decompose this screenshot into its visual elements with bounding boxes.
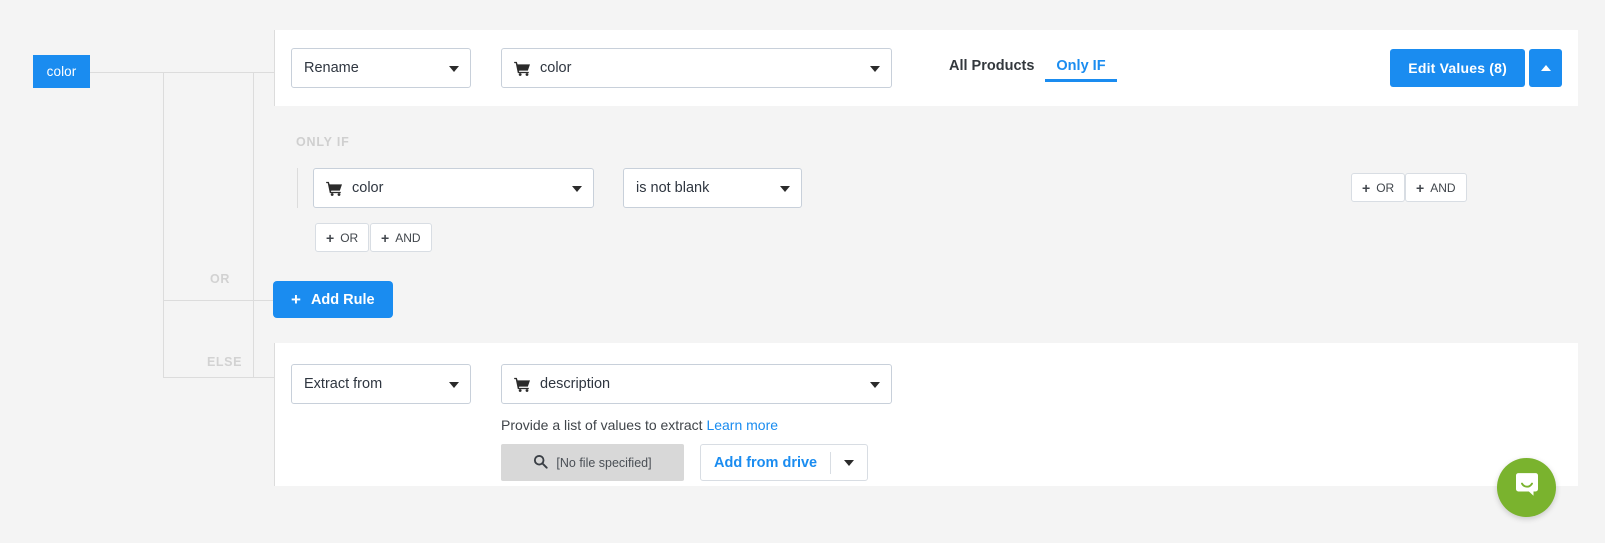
chevron-down-icon bbox=[844, 459, 855, 466]
else-action-label: Extract from bbox=[304, 376, 383, 392]
tree-connector-or bbox=[163, 300, 274, 301]
condition-rail bbox=[297, 168, 298, 208]
rule-builder-canvas: color OR ELSE Rename color All Products … bbox=[0, 0, 1605, 543]
add-and-condition-button[interactable]: + AND bbox=[370, 223, 432, 252]
branch-label-or: OR bbox=[210, 272, 230, 286]
rule-panel-header: Rename color All Products Only IF Edit V… bbox=[274, 30, 1578, 106]
panel-tabs: All Products Only IF bbox=[938, 30, 1117, 106]
search-icon bbox=[533, 454, 549, 472]
plus-icon: + bbox=[291, 290, 301, 309]
shopping-cart-icon bbox=[326, 181, 343, 196]
tree-trunk bbox=[163, 72, 164, 378]
add-and-group-label: AND bbox=[1430, 180, 1456, 195]
edit-values-button[interactable]: Edit Values (8) bbox=[1390, 49, 1525, 87]
add-and-condition-label: AND bbox=[395, 230, 421, 245]
file-input-value: [No file specified] bbox=[556, 455, 652, 470]
chat-bubble-icon bbox=[1512, 470, 1542, 505]
add-or-condition-button[interactable]: + OR bbox=[315, 223, 370, 252]
chevron-down-icon bbox=[572, 186, 582, 192]
tree-connector-top bbox=[90, 72, 274, 73]
add-rule-label: Add Rule bbox=[310, 291, 375, 308]
plus-icon: + bbox=[1416, 179, 1425, 196]
plus-icon: + bbox=[326, 229, 335, 246]
action-select-label: Rename bbox=[304, 60, 359, 76]
tree-connector-else bbox=[163, 377, 274, 378]
chevron-down-icon bbox=[870, 382, 880, 388]
chevron-down-icon bbox=[870, 66, 880, 72]
chevron-down-icon bbox=[449, 66, 459, 72]
chevron-down-icon bbox=[780, 186, 790, 192]
add-or-group-label: OR bbox=[1376, 180, 1395, 195]
condition-operator-select[interactable]: is not blank bbox=[623, 168, 802, 208]
action-select[interactable]: Rename bbox=[291, 48, 471, 88]
file-input[interactable]: [No file specified] bbox=[501, 444, 684, 481]
else-field-select[interactable]: description bbox=[501, 364, 892, 404]
extract-help-label: Provide a list of values to extract bbox=[501, 417, 703, 433]
chevron-down-icon bbox=[449, 382, 459, 388]
only-if-section-label: ONLY IF bbox=[296, 135, 350, 149]
condition-operator-label: is not blank bbox=[636, 180, 710, 196]
add-or-group-button[interactable]: + OR bbox=[1351, 173, 1406, 202]
add-from-drive-dropdown[interactable] bbox=[831, 459, 867, 466]
plus-icon: + bbox=[1362, 179, 1371, 196]
tab-only-if[interactable]: Only IF bbox=[1045, 30, 1117, 82]
add-from-drive-label: Add from drive bbox=[714, 454, 818, 471]
plus-icon: + bbox=[381, 229, 390, 246]
shopping-cart-icon bbox=[514, 61, 531, 76]
extract-help-text: Provide a list of values to extract Lear… bbox=[501, 417, 892, 433]
panel-actions: Edit Values (8) bbox=[1390, 49, 1578, 87]
else-rule-panel: Extract from description Provide a list bbox=[274, 343, 1578, 486]
collapse-panel-button[interactable] bbox=[1529, 49, 1562, 87]
tab-all-products[interactable]: All Products bbox=[938, 30, 1045, 82]
field-select[interactable]: color bbox=[501, 48, 892, 88]
tree-branch-rail bbox=[253, 72, 254, 378]
field-select-label: color bbox=[540, 60, 572, 76]
condition-field-select[interactable]: color bbox=[313, 168, 594, 208]
chevron-up-icon bbox=[1540, 65, 1551, 71]
chat-widget-button[interactable] bbox=[1497, 458, 1556, 517]
else-field-label: description bbox=[540, 376, 611, 392]
field-badge[interactable]: color bbox=[33, 55, 90, 88]
file-source-row: [No file specified] Add from drive bbox=[501, 444, 892, 481]
branch-label-else: ELSE bbox=[207, 355, 243, 369]
learn-more-link[interactable]: Learn more bbox=[706, 417, 778, 433]
condition-field-label: color bbox=[352, 180, 384, 196]
add-or-condition-label: OR bbox=[340, 230, 359, 245]
shopping-cart-icon bbox=[514, 377, 531, 392]
add-rule-button[interactable]: + Add Rule bbox=[273, 281, 393, 318]
add-and-group-button[interactable]: + AND bbox=[1405, 173, 1467, 202]
add-from-drive-button[interactable]: Add from drive bbox=[700, 444, 869, 481]
else-action-select[interactable]: Extract from bbox=[291, 364, 471, 404]
